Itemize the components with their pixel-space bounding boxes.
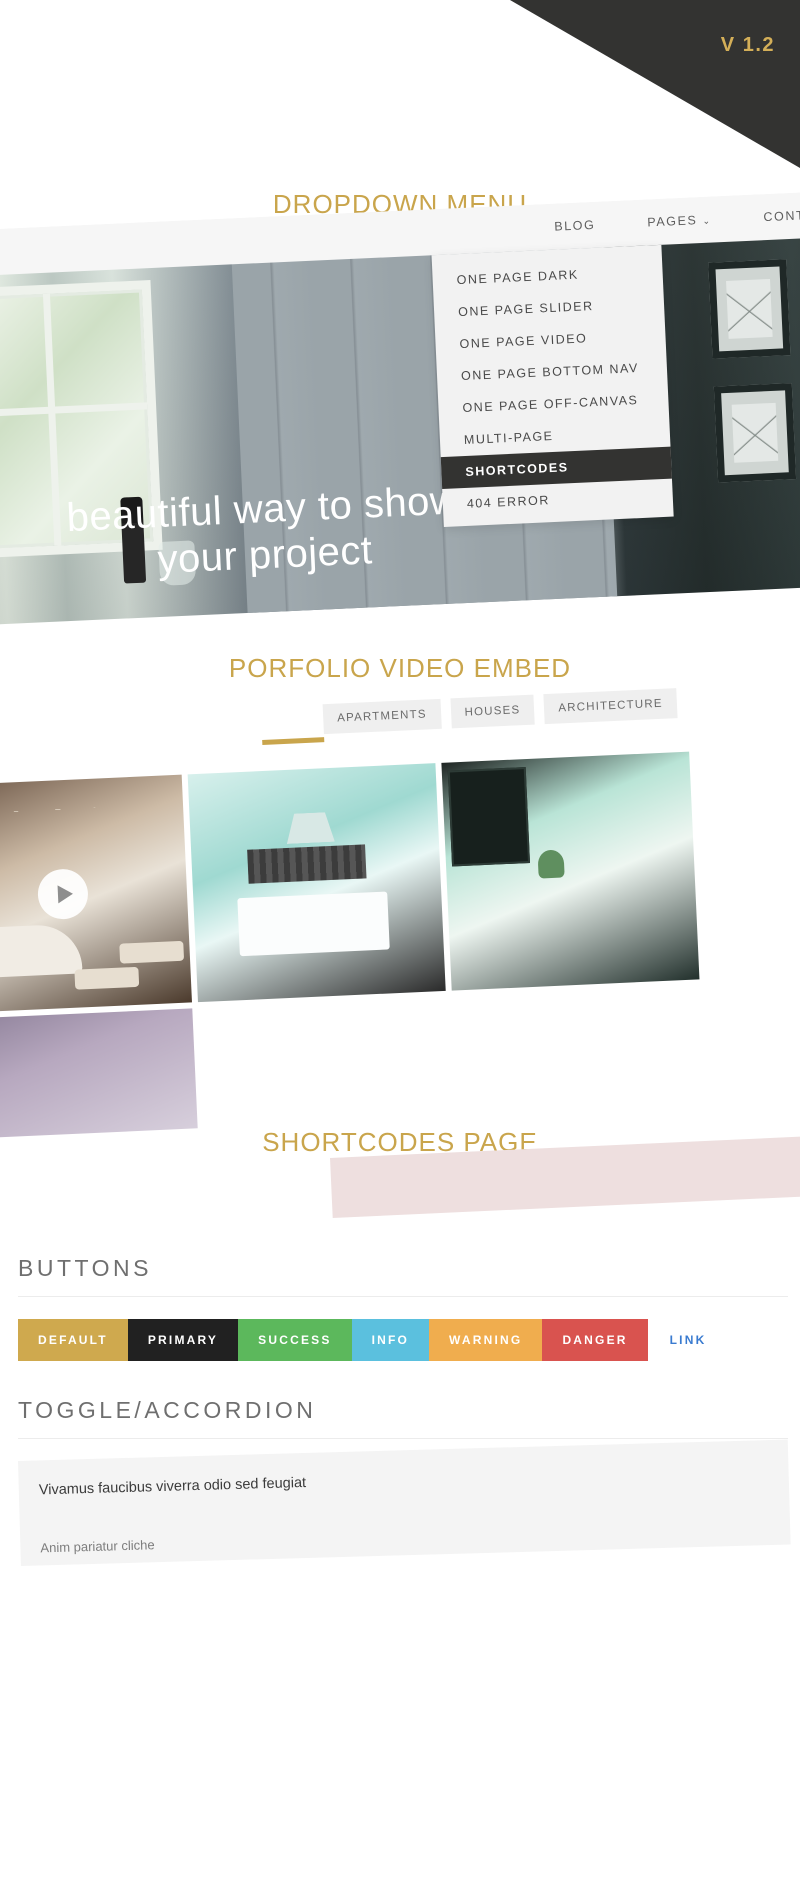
portfolio-item-kitchen-mint[interactable] [187, 763, 446, 1003]
nav-item-label: PAGES [646, 213, 698, 230]
version-corner-ribbon [510, 0, 800, 168]
filter-houses[interactable]: HOUSES [449, 694, 536, 729]
nav-item-blog[interactable]: BLOG [554, 218, 596, 234]
button-danger[interactable]: DANGER [542, 1319, 648, 1361]
backsplash-decor [247, 844, 367, 884]
portfolio-item-video[interactable] [0, 774, 192, 1014]
plant-decor [537, 849, 565, 879]
portfolio-filter-bar[interactable]: APARTMENTS HOUSES ARCHITECTURE [322, 688, 678, 735]
cabinet-decor [447, 767, 531, 867]
range-hood-decor [286, 812, 335, 844]
nav-item-label: CONTACT [763, 206, 800, 225]
buttons-heading: BUTTONS [18, 1255, 788, 1297]
version-badge: V 1.2 [720, 34, 775, 56]
nav-item-pages[interactable]: PAGES ⌄ [646, 213, 712, 230]
accordion-panel[interactable]: Vivamus faucibus viverra odio sed feugia… [18, 1439, 791, 1566]
nav-item-contact[interactable]: CONTACT [763, 207, 800, 224]
portfolio-item-kitchen-dark[interactable] [441, 751, 700, 991]
button-primary[interactable]: PRIMARY [127, 1319, 239, 1361]
towel-decor [119, 940, 185, 964]
active-filter-underline [262, 737, 325, 745]
shortcodes-content: BUTTONS DEFAULT PRIMARY SUCCESS INFO WAR… [18, 1255, 791, 1566]
button-warning[interactable]: WARNING [429, 1319, 543, 1361]
toggle-accordion-heading: TOGGLE/ACCORDION [18, 1397, 788, 1439]
page-root: V 1.2 DROPDOWN MENU beautiful way to sho… [0, 0, 800, 1900]
button-info[interactable]: INFO [351, 1319, 430, 1361]
kitchen-island-decor [237, 891, 390, 957]
lamp-decor [0, 800, 138, 818]
play-icon[interactable] [36, 868, 90, 921]
buttons-row: DEFAULT PRIMARY SUCCESS INFO WARNING DAN… [18, 1319, 788, 1361]
portfolio-item-fourth[interactable] [0, 1008, 198, 1140]
portfolio-showcase: APARTMENTS HOUSES ARCHITECTURE [0, 657, 800, 1140]
tub-decor [0, 923, 83, 980]
corner-triangle [510, 0, 800, 168]
picture-frame-decor [708, 259, 791, 359]
accordion-title[interactable]: Vivamus faucibus viverra odio sed feugia… [39, 1462, 769, 1498]
accordion-body: Anim pariatur cliche [40, 1537, 155, 1556]
picture-frame-decor [713, 383, 797, 483]
hero-image: beautiful way to show your project [0, 233, 800, 627]
towel-decor [74, 966, 140, 990]
filter-architecture[interactable]: ARCHITECTURE [543, 688, 678, 725]
dropdown-showcase: beautiful way to show your project BLOG … [0, 189, 800, 627]
button-success[interactable]: SUCCESS [238, 1319, 352, 1361]
nav-item-label: BLOG [553, 217, 596, 234]
portfolio-grid [0, 743, 800, 1140]
button-default[interactable]: DEFAULT [18, 1319, 128, 1361]
filter-apartments[interactable]: APARTMENTS [322, 698, 442, 735]
pages-dropdown-panel[interactable]: ONE PAGE DARK ONE PAGE SLIDER ONE PAGE V… [431, 244, 674, 527]
button-link[interactable]: LINK [648, 1319, 727, 1361]
chevron-down-icon: ⌄ [702, 215, 712, 226]
